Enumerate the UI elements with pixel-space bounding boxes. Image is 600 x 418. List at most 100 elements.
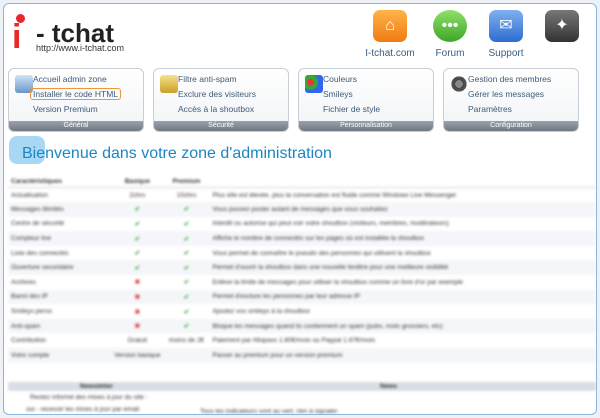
feature-description: Ajoutez vos smileys à la shoutbox bbox=[212, 308, 311, 316]
menu-item-settings[interactable]: Paramètres bbox=[468, 102, 551, 117]
table-row: Liste des connectés ✔ ✔ Vous permet de conn… bbox=[8, 246, 596, 261]
news-text: Tous les indicateurs sont au vert, rien … bbox=[200, 408, 339, 415]
check-icon: ✔ bbox=[134, 235, 141, 243]
feature-name: Liste des connectés bbox=[11, 249, 69, 257]
feature-description: Vous pouvez poster autant de messages qu… bbox=[209, 202, 596, 217]
table-row: Banni des IP ✖ ✔ Permet d'exclure les perso… bbox=[8, 289, 596, 305]
table-cell: moins de 2€ bbox=[168, 337, 205, 345]
table-cell: 2chrs bbox=[129, 191, 146, 199]
feature-name: Centre de sécurité bbox=[11, 220, 65, 228]
newsletter-text: Restez informé des mises à jour du site … bbox=[30, 394, 148, 401]
check-icon: ✔ bbox=[183, 206, 190, 214]
nav-puzzle-link[interactable]: ✦ bbox=[534, 10, 590, 42]
check-icon: ✔ bbox=[183, 220, 190, 228]
feature-description: Passer au premium pour un version premiu… bbox=[209, 348, 596, 363]
table-row: Archives ✖ ✔ Enlève la limite de messages p… bbox=[8, 275, 596, 290]
col-header: Caractéristiques bbox=[8, 176, 112, 188]
nav-label: I-tchat.com bbox=[365, 48, 415, 59]
panel-footer: Configuration bbox=[444, 121, 578, 131]
table-row: Compteur live ✔ ✔ Affiche le nombre de conn… bbox=[8, 231, 596, 246]
table-row: Smileys perso ✖ ✔ Ajoutez vos smileys à la … bbox=[8, 304, 596, 319]
panel-security: Filtre anti-spam Exclure des visiteurs A… bbox=[153, 68, 289, 132]
menu-item-exclude-visitors[interactable]: Exclure des visiteurs bbox=[178, 87, 256, 102]
feature-description: Interdit ou autorise qui peut voir votre… bbox=[212, 220, 449, 228]
cross-icon: ✖ bbox=[134, 308, 141, 316]
cross-icon: ✖ bbox=[134, 293, 141, 301]
logo-letter: i bbox=[12, 18, 22, 56]
news-header: News bbox=[380, 383, 397, 390]
feature-description: Permet d'exclure les personnes par leur … bbox=[209, 289, 596, 305]
table-row: Votre compte Version basique Passer au pre… bbox=[8, 348, 596, 363]
menu-item-members[interactable]: Gestion des membres bbox=[468, 72, 551, 87]
newsletter-option[interactable]: oui - recevoir les mises à jour par emai… bbox=[26, 406, 139, 413]
col-header bbox=[209, 176, 596, 188]
table-cell bbox=[163, 348, 210, 363]
bottom-header-bar: Newsletter News bbox=[8, 382, 596, 391]
gears-icon bbox=[450, 75, 468, 93]
puzzle-icon: ✦ bbox=[545, 10, 579, 42]
check-icon: ✔ bbox=[183, 235, 190, 243]
check-icon: ✔ bbox=[183, 279, 190, 287]
check-icon: ✔ bbox=[183, 250, 190, 258]
chat-bubble-icon: ••• bbox=[433, 10, 467, 42]
nav-label: Support bbox=[488, 48, 524, 59]
support-icon: ✉ bbox=[489, 10, 523, 42]
feature-description: Bloque les messages quand ils contiennen… bbox=[209, 318, 596, 334]
menu-item-shoutbox-access[interactable]: Accès à la shoutbox bbox=[178, 102, 256, 117]
table-cell: Version basique bbox=[111, 348, 164, 363]
features-table: Caractéristiques Basique Premium Actuali… bbox=[8, 176, 596, 363]
col-header: Basique bbox=[111, 176, 164, 188]
cross-icon: ✖ bbox=[134, 323, 141, 331]
lock-icon bbox=[160, 75, 178, 93]
menu-item-smileys[interactable]: Smileys bbox=[323, 87, 380, 102]
nav-support-link[interactable]: ✉ Support bbox=[478, 10, 534, 59]
feature-description: Permet d'ouvrir la shoutbox dans une nou… bbox=[209, 260, 596, 276]
table-row: Centre de sécurité ✔ ✔ Interdit ou autorise… bbox=[8, 217, 596, 232]
feature-description: Affiche le nombre de connectés sur les p… bbox=[209, 231, 596, 246]
menu-item-messages[interactable]: Gérer les messages bbox=[468, 87, 551, 102]
table-row: Messages illimités ✔ ✔ Vous pouvez poster a… bbox=[8, 202, 596, 217]
panel-general: Accueil admin zone Installer le code HTM… bbox=[8, 68, 144, 132]
feature-description: Plus elle est élevée, plus la conversati… bbox=[212, 191, 457, 199]
nav-label: Forum bbox=[435, 48, 465, 59]
check-icon: ✔ bbox=[134, 220, 141, 228]
feature-description: Paiement par Allopass 1.80€/mois ou Payp… bbox=[212, 337, 376, 345]
table-cell: Gratuit bbox=[127, 337, 148, 345]
table-row: Ouverture secondaire ✔ ✔ Permet d'ouvrir la… bbox=[8, 260, 596, 276]
feature-name: Banni des IP bbox=[8, 289, 112, 305]
panel-footer: Sécurité bbox=[154, 121, 288, 131]
feature-name: Anti-spam bbox=[8, 318, 112, 334]
menu-item-stylesheet[interactable]: Fichier de style bbox=[323, 102, 380, 117]
menu-item-admin-home[interactable]: Accueil admin zone bbox=[33, 72, 120, 87]
table-row: Contribution Gratuit moins de 2€ Paiement p… bbox=[8, 333, 596, 348]
page-title: Bienvenue dans votre zone d'administrati… bbox=[22, 145, 332, 162]
feature-name: Ouverture secondaire bbox=[8, 260, 112, 276]
table-row: Anti-spam ✖ ✔ Bloque les messages quand ils… bbox=[8, 318, 596, 334]
panel-footer: Personnalisation bbox=[299, 121, 433, 131]
panel-footer: Général bbox=[9, 121, 143, 131]
home-icon: ⌂ bbox=[373, 10, 407, 42]
bottom-section: Newsletter News Restez informé des mises… bbox=[8, 382, 596, 415]
panel-configuration: Gestion des membres Gérer les messages P… bbox=[443, 68, 579, 132]
menu-item-antispam[interactable]: Filtre anti-spam bbox=[178, 72, 256, 87]
nav-forum-link[interactable]: ••• Forum bbox=[422, 10, 478, 59]
blurred-content: Caractéristiques Basique Premium Actuali… bbox=[8, 176, 596, 415]
check-icon: ✔ bbox=[134, 264, 141, 272]
menu-item-premium[interactable]: Version Premium bbox=[33, 102, 120, 117]
menu-item-colors[interactable]: Couleurs bbox=[323, 72, 380, 87]
panel-customization: Couleurs Smileys Fichier de style Person… bbox=[298, 68, 434, 132]
feature-name: Actualisation bbox=[11, 191, 48, 199]
check-icon: ✔ bbox=[134, 206, 141, 214]
feature-name: Compteur live bbox=[8, 231, 112, 246]
menu-item-install-html[interactable]: Installer le code HTML bbox=[29, 88, 122, 100]
nav-itchat-link[interactable]: ⌂ I-tchat.com bbox=[362, 10, 418, 59]
feature-name: Messages illimités bbox=[8, 202, 112, 217]
logo[interactable]: i - tchat http://www.i-tchat.com bbox=[12, 14, 162, 54]
feature-name: Archives bbox=[11, 278, 36, 286]
table-row: Actualisation 2chrs 10chrs Plus elle est él… bbox=[8, 188, 596, 203]
palette-icon bbox=[305, 75, 323, 93]
col-header: Premium bbox=[163, 176, 210, 188]
feature-name: Contribution bbox=[11, 337, 47, 345]
newsletter-header: Newsletter bbox=[80, 383, 113, 390]
feature-description: Enlève la limite de messages pour utilis… bbox=[212, 278, 464, 286]
